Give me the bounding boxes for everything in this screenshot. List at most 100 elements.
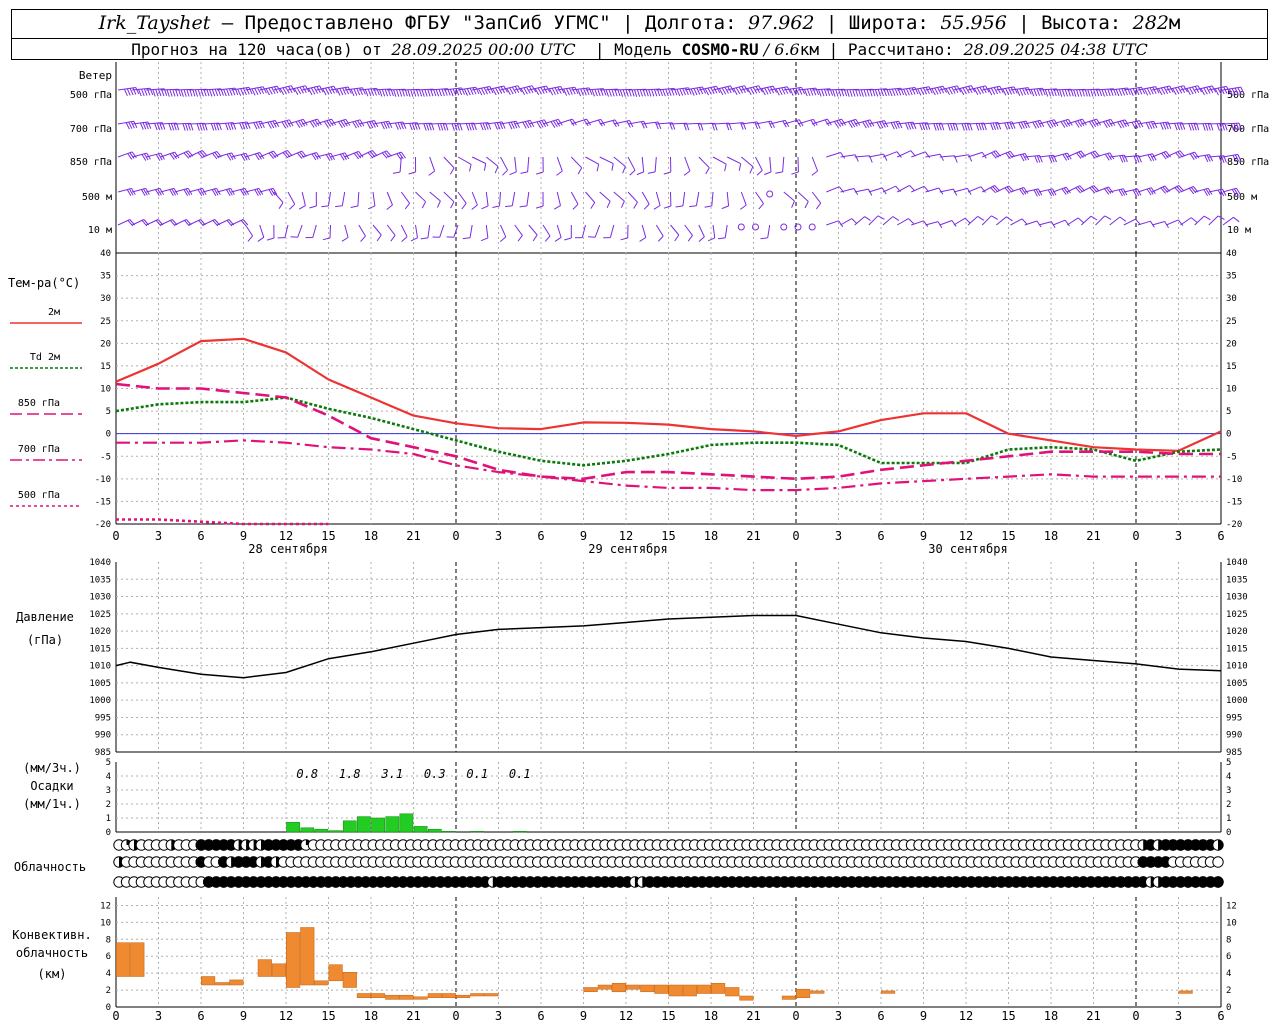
wind-barb <box>400 191 411 204</box>
precip-bar <box>413 826 428 833</box>
pressure-ytick-left: 1035 <box>89 575 111 585</box>
precip-3h-total: 0.3 <box>424 767 446 781</box>
wind-barb <box>939 220 953 226</box>
wind-barb-feather <box>1076 89 1080 97</box>
conv-ytick-left: 8 <box>106 935 111 945</box>
wind-barb-feather <box>594 89 598 97</box>
wind-barb-feather <box>620 237 628 241</box>
wind-barb-feather <box>1022 88 1026 96</box>
pressure-ytick-right: 1020 <box>1226 627 1248 637</box>
wind-barb-feather <box>212 220 219 227</box>
precip-bar <box>328 830 343 833</box>
wind-barb-feather <box>262 86 267 94</box>
conv-bar <box>654 984 669 994</box>
wind-barb-feather <box>590 202 596 209</box>
conv-hour-tick: 21 <box>1086 1009 1100 1023</box>
wind-barb <box>613 191 625 202</box>
wind-barb-feather <box>993 87 999 95</box>
temp-ytick-left: 40 <box>100 249 111 259</box>
temp-hour-tick: 12 <box>279 529 293 543</box>
wind-barb-feather <box>674 234 680 242</box>
wind-barb <box>684 156 691 172</box>
wind-barb-feather <box>381 89 386 97</box>
wind-barbs <box>117 85 1245 242</box>
wind-barb-feather <box>468 123 472 131</box>
temp-legend-label: 700 гПа <box>18 444 60 455</box>
wind-barb <box>372 224 382 236</box>
wind-barb <box>585 156 599 165</box>
conv-hour-tick: 0 <box>112 1009 119 1023</box>
wind-barb-feather <box>147 121 152 129</box>
wind-barb-feather <box>662 89 666 97</box>
conv-bar <box>470 993 485 997</box>
conv-ytick-left: 10 <box>100 918 111 928</box>
wind-barb <box>769 156 772 172</box>
temp-ytick-right: -10 <box>1226 475 1242 485</box>
wind-barb-feather <box>392 171 401 174</box>
wind-barb <box>755 156 763 171</box>
wind-barb-feather <box>227 122 232 131</box>
pressure-ytick-left: 1020 <box>89 627 111 637</box>
precip-3h-total: 3.1 <box>380 767 403 781</box>
wind-barb-feather <box>1047 89 1052 97</box>
meteogram-chart: Ветер 500 гПа 500 гПа 700 гПа 700 гПа 850 гПа… <box>8 62 1269 1023</box>
pressure-ytick-left: 1030 <box>89 593 111 603</box>
wind-barb-feather <box>551 87 556 95</box>
wind-barb-feather <box>568 87 573 95</box>
conv-hour-tick: 3 <box>1175 1009 1182 1023</box>
wind-barb-feather <box>633 202 638 209</box>
wind-barb-feather <box>141 88 145 96</box>
conv-bar <box>399 994 414 1000</box>
wind-barb <box>925 221 939 226</box>
conv-hour-tick: 0 <box>452 1009 459 1023</box>
wind-barb-feather <box>1153 121 1158 129</box>
wind-barb-feather <box>952 123 956 131</box>
wind-barb <box>868 153 884 158</box>
wind-barb-feather <box>608 89 612 97</box>
wind-barb-feather <box>756 170 763 176</box>
calm-wind-circle <box>780 223 788 231</box>
conv-bar <box>116 942 131 977</box>
wind-barb <box>953 217 966 226</box>
temp-ytick-left: 15 <box>100 362 111 372</box>
wind-barb <box>868 187 883 193</box>
wind-barb-feather <box>648 89 652 97</box>
wind-barb <box>415 191 426 203</box>
wind-barb <box>939 155 955 158</box>
conv-hour-tick: 21 <box>746 1009 760 1023</box>
wind-barb <box>726 156 741 165</box>
wind-barb <box>329 224 331 239</box>
wind-barb-feather <box>376 234 382 242</box>
wind-barb-feather <box>420 237 428 240</box>
wind-barb <box>131 219 145 226</box>
conv-bar <box>781 995 796 1000</box>
wind-barb-feather <box>874 89 879 97</box>
precip-ytick-right: 3 <box>1226 786 1231 796</box>
wind-barb-feather <box>682 88 686 96</box>
wind-barb <box>358 224 366 237</box>
wind-barb <box>514 224 523 236</box>
temp-hour-tick: 6 <box>877 529 884 543</box>
precip-bar <box>470 831 485 833</box>
wind-barb-feather <box>556 170 563 176</box>
wind-barb-feather <box>132 87 137 95</box>
conv-ytick-left: 0 <box>106 1003 111 1013</box>
wind-barb <box>854 188 869 193</box>
wind-barb-feather <box>622 166 626 174</box>
wind-barb-feather <box>425 123 430 131</box>
wind-barb <box>415 224 418 238</box>
wind-barb-feather <box>456 123 460 131</box>
temp-title: Тем-ра(°C) <box>8 276 80 290</box>
precip-bar <box>442 831 456 833</box>
wind-barb-feather <box>489 86 494 94</box>
temp-hour-tick: 3 <box>1175 529 1182 543</box>
wind-barb-feather <box>1207 123 1211 131</box>
precip-ytick-right: 4 <box>1226 772 1231 782</box>
conv-bar <box>314 980 329 986</box>
precip-3h-total: 0.1 <box>509 767 531 781</box>
wind-barb-feather <box>435 89 440 97</box>
wind-barb-feather <box>818 89 822 97</box>
precip-bar <box>357 816 371 833</box>
pressure-ytick-right: 1000 <box>1226 696 1248 706</box>
wind-barb-feather <box>469 87 474 95</box>
